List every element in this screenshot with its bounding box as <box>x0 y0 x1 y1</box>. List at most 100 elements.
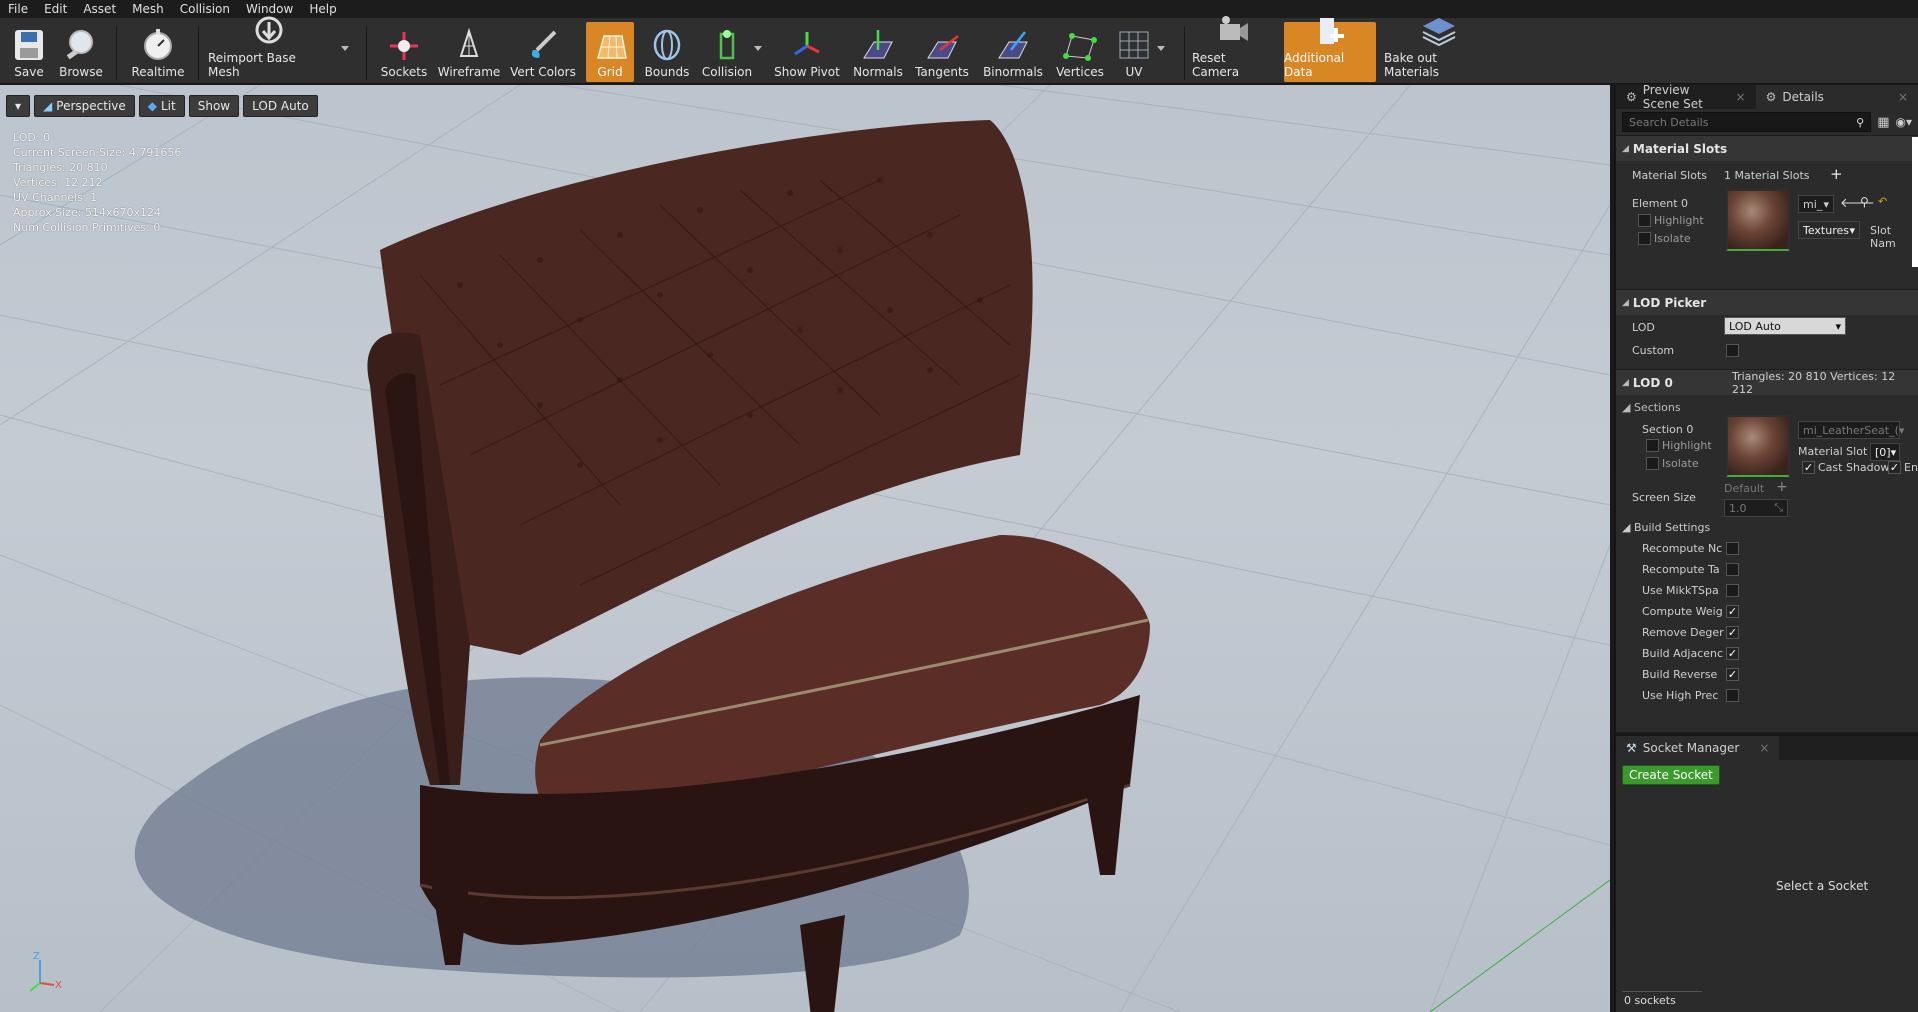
custom-checkbox[interactable] <box>1726 344 1739 357</box>
reimport-dropdown-arrow[interactable] <box>341 46 349 51</box>
additional-data-button[interactable]: Additional Data <box>1284 18 1376 82</box>
section-isolate-checkbox[interactable] <box>1646 457 1659 470</box>
build-row-label: Recompute Nc <box>1642 542 1723 555</box>
sections-toggle[interactable]: ◢ Sections <box>1622 401 1681 414</box>
section-material-select[interactable]: mi_LeatherSeat_(▾ <box>1798 421 1904 439</box>
material-slot-dropdown[interactable]: [0] ▾ <box>1870 443 1900 461</box>
tab-socket-manager[interactable]: ⚒ Socket Manager × <box>1616 736 1780 760</box>
collision-dropdown-arrow[interactable] <box>754 46 762 51</box>
browse-magnifier-icon[interactable]: ⚲ <box>1860 195 1869 209</box>
triangle-down-icon: ◢ <box>1622 143 1629 154</box>
menu-edit[interactable]: Edit <box>36 0 75 18</box>
perspective-button[interactable]: ◢ Perspective <box>34 95 135 117</box>
bounds-icon <box>649 28 685 62</box>
reset-arrow-icon[interactable]: ↶ <box>1878 195 1887 208</box>
paintbrush-icon <box>525 28 561 62</box>
tab-details[interactable]: ⚙ Details × <box>1755 85 1918 109</box>
use-mikktspace-checkbox[interactable] <box>1726 584 1739 597</box>
use-selected-arrow-icon[interactable]: 🡐 <box>1840 195 1875 211</box>
realtime-button[interactable]: Realtime <box>128 22 188 82</box>
enable-checkbox[interactable]: ✓ <box>1888 461 1901 474</box>
menu-mesh[interactable]: Mesh <box>124 0 172 18</box>
material-select[interactable]: mi_ ▾ <box>1798 195 1834 213</box>
create-socket-button[interactable]: Create Socket <box>1622 765 1720 785</box>
screen-size-input[interactable]: 1.0 ⤡ <box>1724 499 1788 517</box>
reimport-button[interactable]: Reimport Base Mesh <box>208 16 330 82</box>
binormals-button[interactable]: Binormals <box>980 22 1046 82</box>
menu-help[interactable]: Help <box>301 0 344 18</box>
material-slots-header[interactable]: ◢ Material Slots <box>1616 135 1918 161</box>
socket-count: 0 sockets <box>1624 994 1676 1007</box>
add-screen-size-icon[interactable]: + <box>1776 479 1788 495</box>
uv-button[interactable]: UV <box>1112 22 1156 82</box>
uv-dropdown-arrow[interactable] <box>1157 46 1165 51</box>
details-scrollbar[interactable] <box>1912 137 1918 267</box>
section-material-thumbnail[interactable] <box>1726 415 1790 477</box>
grid-button[interactable]: Grid <box>586 22 634 82</box>
property-matrix-icon[interactable]: ▦ <box>1877 115 1889 130</box>
material-slots-section: Material Slots 1 Material Slots + Elemen… <box>1616 161 1918 289</box>
normals-icon <box>860 28 896 62</box>
axis-z-label: Z <box>33 951 40 962</box>
build-reversed-checkbox[interactable]: ✓ <box>1726 668 1739 681</box>
close-icon[interactable]: × <box>1759 741 1769 755</box>
toolbar-separator <box>366 26 367 80</box>
bounds-button[interactable]: Bounds <box>642 22 692 82</box>
menu-file[interactable]: File <box>0 0 36 18</box>
lod-dropdown[interactable]: LOD Auto ▾ <box>1724 317 1846 335</box>
sockets-icon <box>386 28 422 62</box>
recompute-normals-checkbox[interactable] <box>1726 542 1739 555</box>
show-button[interactable]: Show <box>188 95 240 117</box>
stat-lod: LOD: 0 <box>13 131 51 144</box>
recompute-tangents-checkbox[interactable] <box>1726 563 1739 576</box>
lod-picker-header[interactable]: ◢ LOD Picker <box>1616 289 1918 315</box>
normals-button[interactable]: Normals <box>852 22 904 82</box>
textures-dropdown[interactable]: Textures ▾ <box>1798 221 1860 239</box>
browse-button[interactable]: Browse <box>56 22 106 82</box>
details-search-input[interactable]: Search Details ⚲ <box>1622 112 1872 132</box>
cast-shadow-checkbox[interactable]: ✓ <box>1802 461 1815 474</box>
build-settings-toggle[interactable]: ◢ Build Settings <box>1622 521 1710 534</box>
menu-collision[interactable]: Collision <box>172 0 238 18</box>
build-row-label: Recompute Ta <box>1642 563 1720 576</box>
save-button[interactable]: Save <box>6 22 52 82</box>
vertices-button[interactable]: Vertices <box>1054 22 1106 82</box>
wireframe-button[interactable]: Wireframe <box>438 22 500 82</box>
stat-uv-channels: UV Channels: 1 <box>13 191 98 204</box>
lit-button[interactable]: ◆ Lit <box>138 95 185 117</box>
reset-camera-button[interactable]: Reset Camera <box>1192 16 1276 82</box>
highlight-label: Highlight <box>1654 214 1704 227</box>
close-icon[interactable]: × <box>1736 90 1746 104</box>
build-row-label: Compute Weig <box>1642 605 1723 618</box>
tangents-button[interactable]: Tangents <box>912 22 972 82</box>
section-highlight-checkbox[interactable] <box>1646 439 1659 452</box>
use-high-precision-checkbox[interactable] <box>1726 689 1739 702</box>
toolbar-separator <box>116 26 117 80</box>
add-slot-icon[interactable]: + <box>1830 165 1843 183</box>
grid-icon <box>592 28 628 62</box>
lod-auto-button[interactable]: LOD Auto <box>243 95 318 117</box>
remove-degenerates-checkbox[interactable]: ✓ <box>1726 626 1739 639</box>
viewport[interactable]: Z X ▾ ◢ Perspective ◆ Lit Show LOD Auto LO… <box>0 85 1610 1012</box>
menu-asset[interactable]: Asset <box>75 0 124 18</box>
viewport-scene <box>0 85 1610 1012</box>
highlight-checkbox[interactable] <box>1638 214 1651 227</box>
material-thumbnail[interactable] <box>1726 189 1790 251</box>
show-pivot-button[interactable]: Show Pivot <box>772 22 842 82</box>
cube-icon: ◆ <box>147 99 157 113</box>
vert-colors-button[interactable]: Vert Colors <box>508 22 578 82</box>
tab-preview-scene-set[interactable]: ⚙ Preview Scene Set × <box>1616 83 1756 111</box>
isolate-checkbox[interactable] <box>1638 232 1651 245</box>
sockets-button[interactable]: Sockets <box>378 22 430 82</box>
socket-tabs: ⚒ Socket Manager × <box>1616 736 1918 760</box>
bake-materials-button[interactable]: Bake out Materials <box>1384 18 1494 82</box>
viewport-options-button[interactable]: ▾ <box>6 95 31 117</box>
close-icon[interactable]: × <box>1898 90 1908 104</box>
vertices-icon <box>1062 28 1098 62</box>
collision-button[interactable]: Collision <box>700 22 754 82</box>
screen-size-label: Screen Size <box>1632 491 1696 504</box>
compute-weighted-normals-checkbox[interactable]: ✓ <box>1726 605 1739 618</box>
details-search-row: Search Details ⚲ ▦ ◉▾ <box>1616 109 1918 135</box>
eye-icon[interactable]: ◉▾ <box>1896 115 1913 129</box>
build-adjacency-checkbox[interactable]: ✓ <box>1726 647 1739 660</box>
